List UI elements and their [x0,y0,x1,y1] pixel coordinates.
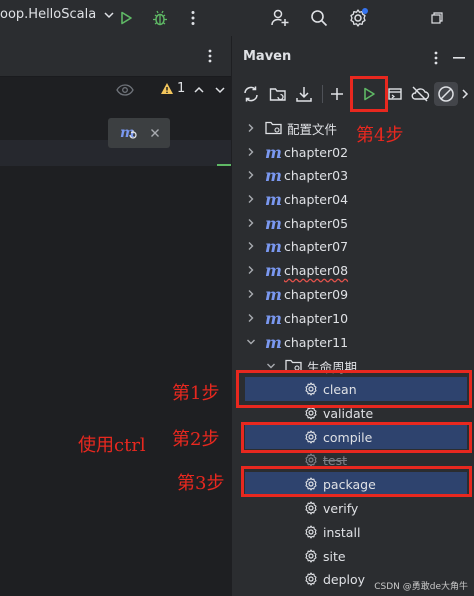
watermark: CSDN @勇敢de大角牛 [374,582,468,592]
lifecycle-phase-site[interactable]: site [303,544,346,568]
phase-label: install [323,524,361,540]
chevron-down-icon[interactable] [245,336,257,348]
tree-item-module[interactable]: m chapter08 [245,258,348,282]
lifecycle-phase-install[interactable]: install [303,520,360,544]
more-vertical-icon[interactable] [197,43,223,69]
chevron-down-icon[interactable] [207,77,233,103]
maven-module-icon: m [265,189,282,209]
run-config-selector[interactable]: oop.HelloScala [0,7,115,22]
tree-item-module[interactable]: m chapter07 [245,234,348,258]
step2-highlight-box [241,422,472,453]
tree-item-label: chapter09 [284,286,349,302]
run-icon[interactable] [113,5,139,31]
debug-icon[interactable] [147,5,173,31]
gear-icon [303,571,319,587]
close-icon[interactable] [142,120,168,146]
maven-module-icon: m [265,213,282,233]
tree-item-label: chapter02 [284,144,349,160]
phase-label: deploy [323,571,366,587]
maven-module-icon: m [265,284,282,304]
gear-icon [303,500,319,516]
tree-item-label: chapter10 [284,310,349,326]
tree-item-label: chapter11 [284,334,349,350]
warning-counter[interactable]: 1 [160,81,185,96]
tree-item-module[interactable]: m chapter03 [245,163,348,187]
restore-window-icon[interactable] [424,5,450,31]
step4-highlight-box [350,76,388,112]
tree-item-module[interactable]: m chapter04 [245,187,348,211]
maven-tool-window: Maven 第4步 配置文件 m chapter02 m chapter03 m… [231,36,474,596]
tree-item-module[interactable]: m chapter10 [245,306,348,330]
lifecycle-phase-verify[interactable]: verify [303,496,358,520]
tree-item-label: chapter07 [284,238,349,254]
maven-module-icon: m [265,308,282,328]
ctrl-annotation: 使用ctrl [78,435,146,456]
step1-highlight-box [236,370,472,408]
maven-module-icon: m [265,236,282,256]
tree-item-label: chapter08 [284,262,349,278]
tree-item-module[interactable]: m chapter05 [245,211,348,235]
maven-panel-title: Maven [243,49,292,64]
step4-annotation: 第4步 [356,125,404,146]
warning-count: 1 [177,81,186,96]
add-icon[interactable] [325,82,349,106]
title-bar: oop.HelloScala [0,0,474,36]
phase-label: verify [323,500,359,516]
tree-item-label: chapter03 [284,167,349,183]
step2-annotation: 第2步 [172,429,220,450]
chevron-right-icon[interactable] [245,217,257,229]
maven-module-icon: m [265,142,282,162]
add-user-icon[interactable] [267,5,293,31]
chevron-right-icon[interactable] [245,146,257,158]
maven-reload-popup: m [108,118,170,148]
search-icon[interactable] [306,5,332,31]
warning-icon [161,83,173,94]
notification-dot [362,8,368,14]
chevron-right-icon[interactable] [458,82,472,106]
download-icon[interactable] [292,82,316,106]
gear-icon [303,524,319,540]
phase-label: site [323,548,346,564]
tree-item-label: chapter04 [284,191,349,207]
maven-module-icon: m [265,260,282,280]
step3-highlight-box [241,466,472,497]
chevron-right-icon[interactable] [245,240,257,252]
tree-item-label: 配置文件 [287,121,338,137]
inspection-bar: 1 [0,77,231,105]
chevron-right-icon[interactable] [245,312,257,324]
editor-area: 1 m [0,36,231,596]
maven-module-icon: m [265,165,282,185]
more-vertical-icon[interactable] [180,5,206,31]
lifecycle-phase-deploy[interactable]: deploy [303,567,365,591]
offline-mode-icon[interactable] [408,82,432,106]
settings-gear-icon[interactable] [345,5,371,31]
editor-tab-bar [0,36,231,77]
toolbar-separator [322,85,323,103]
tree-item-module[interactable]: m chapter09 [245,282,348,306]
maven-reload-icon[interactable]: m [115,120,141,146]
chevron-right-icon[interactable] [245,122,257,134]
change-marker [217,164,231,166]
gear-icon [303,548,319,564]
maven-module-icon: m [265,332,282,352]
chevron-right-icon[interactable] [245,193,257,205]
skip-tests-toggle[interactable] [434,82,458,106]
eye-icon[interactable] [112,77,138,103]
tree-item-module[interactable]: m chapter02 [245,140,348,164]
skip-tests-icon [438,86,454,102]
reload-all-icon[interactable] [239,82,263,106]
chevron-right-icon[interactable] [245,169,257,181]
step1-annotation: 第1步 [172,383,220,404]
tree-item-module-expanded[interactable]: m chapter11 [245,330,348,354]
chevron-right-icon[interactable] [245,264,257,276]
tree-item-config-files[interactable]: 配置文件 [245,116,337,140]
folder-settings-icon [265,121,283,135]
chevron-right-icon[interactable] [245,288,257,300]
run-config-label: oop.HelloScala [0,7,97,22]
tree-item-label: chapter05 [284,215,349,231]
step3-annotation: 第3步 [177,473,225,494]
minimize-icon[interactable] [446,45,472,71]
generate-sources-icon[interactable] [266,82,290,106]
